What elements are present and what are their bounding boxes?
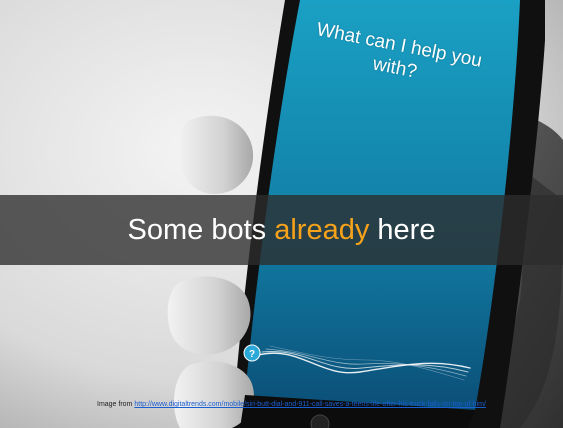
title-highlight: already (274, 213, 370, 246)
title-part-1: Some bots (127, 213, 275, 246)
home-button[interactable] (310, 414, 330, 428)
image-credit: Image from http://www.digitaltrends.com/… (97, 401, 486, 408)
title-banner: Some bots already here (0, 195, 563, 265)
title-part-2: here (369, 213, 436, 246)
help-icon: ? (249, 349, 255, 360)
title-text: Some bots already here (128, 214, 436, 247)
slide: ? What can I help you with? Some bots al… (0, 0, 563, 428)
credit-label: Image from (97, 401, 135, 408)
credit-link[interactable]: http://www.digitaltrends.com/mobile/siri… (134, 401, 486, 408)
